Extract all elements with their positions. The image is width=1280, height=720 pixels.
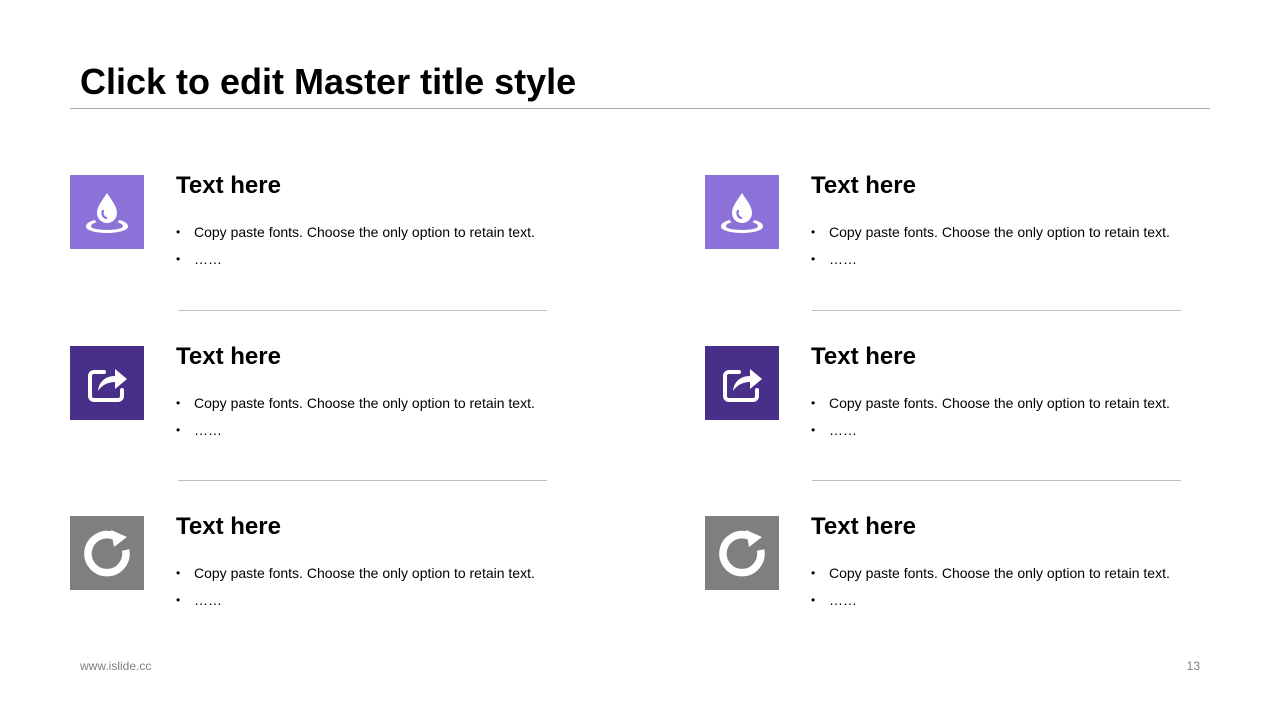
icon-tile: [70, 346, 144, 420]
refresh-icon: [719, 530, 765, 577]
bullet-item[interactable]: Copy paste fonts. Choose the only option…: [176, 390, 556, 417]
bullet-item[interactable]: Copy paste fonts. Choose the only option…: [176, 560, 556, 587]
water-drop-icon: [86, 193, 128, 233]
share-icon: [723, 369, 762, 402]
bullet-list: Copy paste fonts. Choose the only option…: [176, 219, 556, 273]
content-item: Text here Copy paste fonts. Choose the o…: [705, 345, 1185, 466]
item-heading[interactable]: Text here: [176, 515, 281, 539]
content-item: Text here Copy paste fonts. Choose the o…: [70, 174, 550, 295]
footer-website: www.islide.cc: [80, 659, 152, 673]
icon-tile: [70, 516, 144, 590]
icon-tile: [70, 175, 144, 249]
content-item: Text here Copy paste fonts. Choose the o…: [70, 515, 550, 636]
bullet-item[interactable]: Copy paste fonts. Choose the only option…: [811, 560, 1191, 587]
item-divider: [812, 310, 1181, 311]
bullet-item[interactable]: Copy paste fonts. Choose the only option…: [811, 390, 1191, 417]
bullet-item[interactable]: Copy paste fonts. Choose the only option…: [811, 219, 1191, 246]
water-drop-icon: [721, 193, 763, 233]
bullet-item[interactable]: ……: [176, 417, 556, 444]
bullet-item[interactable]: Copy paste fonts. Choose the only option…: [176, 219, 556, 246]
item-heading[interactable]: Text here: [811, 345, 916, 369]
icon-tile: [705, 346, 779, 420]
bullet-list: Copy paste fonts. Choose the only option…: [176, 560, 556, 614]
item-heading[interactable]: Text here: [811, 515, 916, 539]
slide-title[interactable]: Click to edit Master title style: [80, 58, 576, 106]
bullet-item[interactable]: ……: [811, 246, 1191, 273]
bullet-item[interactable]: ……: [176, 587, 556, 614]
content-item: Text here Copy paste fonts. Choose the o…: [70, 345, 550, 466]
title-underline: [70, 108, 1210, 109]
bullet-item[interactable]: ……: [811, 417, 1191, 444]
item-divider: [178, 310, 547, 311]
item-heading[interactable]: Text here: [811, 174, 916, 198]
bullet-item[interactable]: ……: [811, 587, 1191, 614]
item-heading[interactable]: Text here: [176, 345, 281, 369]
item-divider: [178, 480, 547, 481]
content-item: Text here Copy paste fonts. Choose the o…: [705, 174, 1185, 295]
bullet-item[interactable]: ……: [176, 246, 556, 273]
bullet-list: Copy paste fonts. Choose the only option…: [176, 390, 556, 444]
item-heading[interactable]: Text here: [176, 174, 281, 198]
icon-tile: [705, 516, 779, 590]
bullet-list: Copy paste fonts. Choose the only option…: [811, 219, 1191, 273]
share-icon: [88, 369, 127, 402]
icon-tile: [705, 175, 779, 249]
item-divider: [812, 480, 1181, 481]
bullet-list: Copy paste fonts. Choose the only option…: [811, 390, 1191, 444]
bullet-list: Copy paste fonts. Choose the only option…: [811, 560, 1191, 614]
page-number: 13: [1186, 659, 1200, 673]
content-item: Text here Copy paste fonts. Choose the o…: [705, 515, 1185, 636]
refresh-icon: [84, 530, 130, 577]
